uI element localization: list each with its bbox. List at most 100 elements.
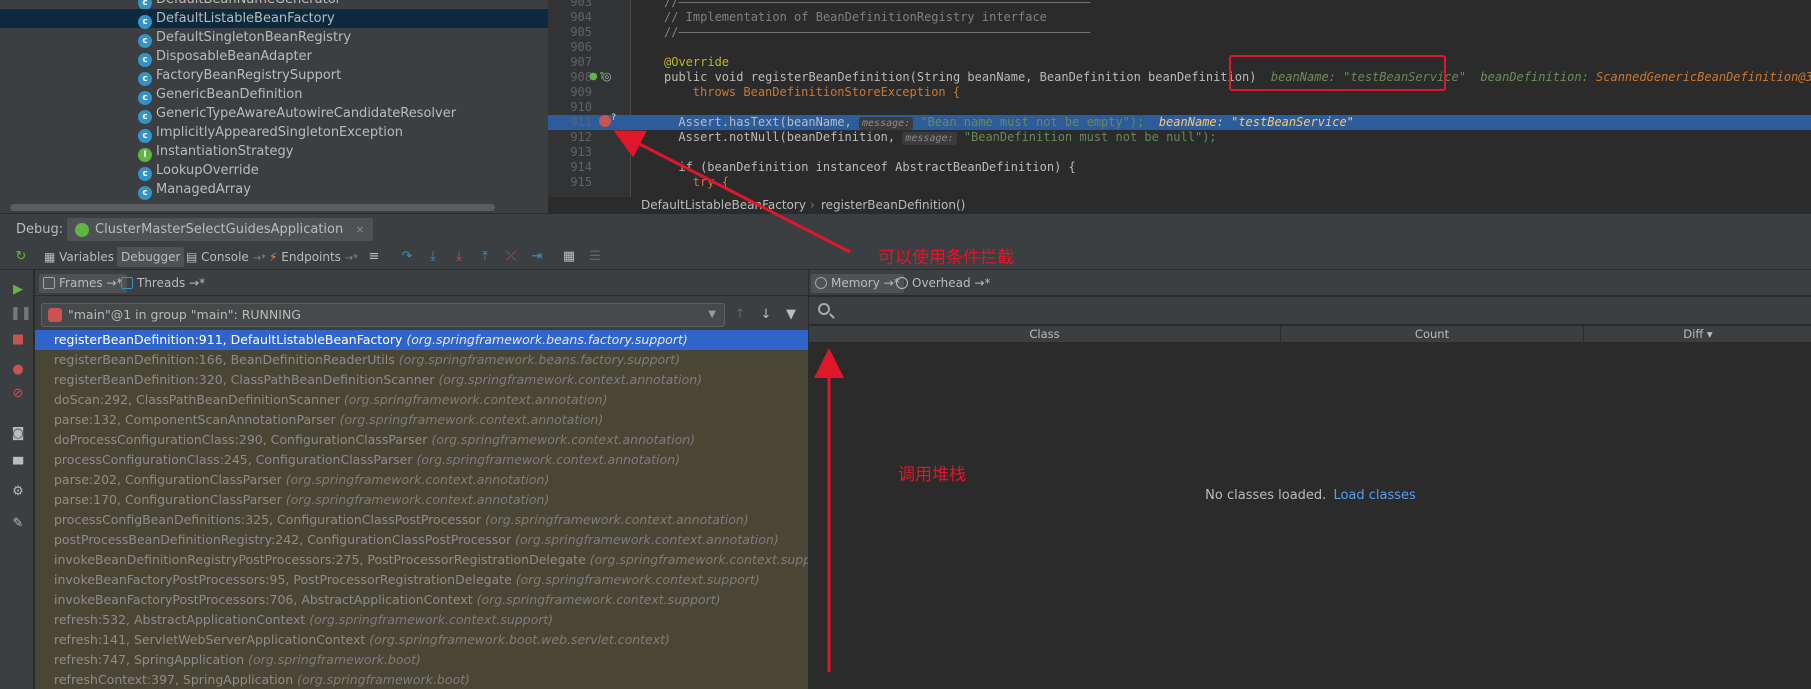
drop-frame-icon[interactable]: ⤫	[502, 248, 520, 266]
view-breakpoints-icon[interactable]: ●	[10, 362, 26, 378]
tree-item[interactable]: cDefaultBeanNameGenerator	[0, 0, 548, 10]
camera-icon[interactable]: ◙	[10, 426, 26, 442]
tree-item[interactable]: c ImplicitlyAppearedSingletonException	[0, 123, 548, 143]
line-number[interactable]: 903	[562, 0, 592, 10]
tab-console[interactable]: ▤ Console →*	[182, 247, 270, 267]
spring-boot-icon	[75, 223, 89, 237]
step-into-icon[interactable]: ⤓	[424, 248, 442, 266]
line-number[interactable]: 906	[562, 40, 592, 55]
memory-empty-state: No classes loaded. Load classes	[809, 488, 1811, 503]
tree-item[interactable]: c LookupOverride	[0, 161, 548, 181]
column-count[interactable]: Count	[1281, 326, 1584, 343]
debug-session-tab[interactable]: ClusterMasterSelectGuidesApplication ×	[67, 218, 373, 241]
breadcrumb-method[interactable]: registerBeanDefinition()	[821, 197, 965, 213]
code-text: //——————————————————————————————————————…	[664, 0, 1090, 10]
tree-item[interactable]: c GenericTypeAwareAutowireCandidateResolv…	[0, 104, 548, 124]
frame-row[interactable]: parse:132, ComponentScanAnnotationParser…	[35, 410, 808, 430]
tree-item[interactable]: I InstantiationStrategy	[0, 142, 548, 162]
frame-row[interactable]: processConfigurationClass:245, Configura…	[35, 450, 808, 470]
pin-icon[interactable]: ✎	[10, 516, 26, 532]
frame-row[interactable]: parse:202, ConfigurationClassParser (org…	[35, 470, 808, 490]
code-editor[interactable]: 903 //———————————————————————————————————…	[548, 0, 1811, 213]
tab-endpoints[interactable]: ⚡ Endpoints →*	[265, 247, 362, 267]
evaluate-expression-icon[interactable]: ▦	[560, 248, 578, 266]
frame-list: registerBeanDefinition:911, DefaultLista…	[35, 330, 808, 689]
tab-debugger[interactable]: Debugger	[117, 247, 185, 267]
frame-method: doProcessConfigurationClass:290, Configu…	[54, 432, 428, 447]
frame-row[interactable]: processConfigBeanDefinitions:325, Config…	[35, 510, 808, 530]
thread-select[interactable]: "main"@1 in group "main": RUNNING ▼	[41, 303, 725, 327]
tree-item[interactable]: c DisposableBeanAdapter	[0, 47, 548, 67]
annotation-gutter-icon[interactable]: ◎	[602, 70, 612, 83]
previous-frame-icon[interactable]: ↑	[731, 306, 749, 324]
tab-endpoints-label: Endpoints	[281, 250, 341, 264]
frame-row[interactable]: registerBeanDefinition:911, DefaultLista…	[35, 330, 808, 350]
line-number[interactable]: 907	[562, 55, 592, 70]
line-number[interactable]: 908	[562, 70, 592, 85]
frame-row[interactable]: doProcessConfigurationClass:290, Configu…	[35, 430, 808, 450]
force-step-into-icon[interactable]: ⤓	[450, 248, 468, 266]
frame-row[interactable]: refreshContext:397, SpringApplication (o…	[35, 670, 808, 689]
frame-row[interactable]: doScan:292, ClassPathBeanDefinitionScann…	[35, 390, 808, 410]
conditional-breakpoint-icon[interactable]	[599, 113, 616, 127]
tab-variables[interactable]: ▦ Variables	[40, 247, 118, 267]
tab-memory[interactable]: Memory →*	[811, 274, 904, 293]
debug-side-toolbar: ▶ ❚❚ ■ ● ⊘ ◙ ▀ ⚙ ✎	[0, 270, 34, 689]
step-over-icon[interactable]: ↷	[398, 248, 416, 266]
frame-row[interactable]: invokeBeanFactoryPostProcessors:706, Abs…	[35, 590, 808, 610]
tab-overhead[interactable]: Overhead →*	[892, 274, 994, 293]
column-diff[interactable]: Diff ▾	[1584, 326, 1811, 343]
tree-item[interactable]: c GenericBeanDefinition	[0, 85, 548, 105]
line-number[interactable]: 914	[562, 160, 592, 175]
frame-row[interactable]: refresh:141, ServletWebServerApplication…	[35, 630, 808, 650]
frame-row[interactable]: registerBeanDefinition:166, BeanDefiniti…	[35, 350, 808, 370]
tab-frames[interactable]: Frames →*	[39, 274, 127, 293]
frame-row[interactable]: refresh:747, SpringApplication (org.spri…	[35, 650, 808, 670]
line-number[interactable]: 912	[562, 130, 592, 145]
column-class[interactable]: Class	[809, 326, 1281, 343]
layout-icon[interactable]: ▀	[10, 458, 26, 474]
stop-icon[interactable]: ■	[10, 332, 26, 348]
tree-horizontal-scrollbar[interactable]	[10, 204, 495, 211]
tree-item[interactable]: c DefaultListableBeanFactory	[0, 9, 548, 29]
frame-method: parse:170, ConfigurationClassParser	[54, 492, 282, 507]
load-classes-link[interactable]: Load classes	[1333, 488, 1415, 503]
pause-icon[interactable]: ❚❚	[10, 306, 32, 322]
line-number[interactable]: 905	[562, 25, 592, 40]
frame-row[interactable]: invokeBeanFactoryPostProcessors:95, Post…	[35, 570, 808, 590]
filter-icon[interactable]: ▼	[782, 306, 800, 324]
settings-gear-icon[interactable]: ⚙	[10, 484, 26, 500]
trace-icon[interactable]: ☰	[586, 248, 604, 266]
line-number[interactable]: 909	[562, 85, 592, 100]
line-number[interactable]: 915	[562, 175, 592, 190]
tree-item[interactable]: c FactoryBeanRegistrySupport	[0, 66, 548, 86]
frame-method: doScan:292, ClassPathBeanDefinitionScann…	[54, 392, 340, 407]
frame-row[interactable]: registerBeanDefinition:320, ClassPathBea…	[35, 370, 808, 390]
frame-row[interactable]: refresh:532, AbstractApplicationContext …	[35, 610, 808, 630]
breadcrumb-class[interactable]: DefaultListableBeanFactory	[641, 197, 806, 213]
memory-scrollbar[interactable]	[1803, 344, 1811, 689]
line-number[interactable]: 913	[562, 145, 592, 160]
show-execution-point-icon[interactable]: ≡	[365, 248, 383, 266]
step-out-icon[interactable]: ⤒	[476, 248, 494, 266]
tree-item-label: LookupOverride	[156, 163, 259, 178]
tree-item-label: DefaultSingletonBeanRegistry	[156, 30, 352, 45]
line-number[interactable]: 904	[562, 10, 592, 25]
frame-row[interactable]: parse:170, ConfigurationClassParser (org…	[35, 490, 808, 510]
line-number[interactable]: 910	[562, 100, 592, 115]
code-line: 915 try {	[548, 175, 1811, 190]
resume-icon[interactable]: ▶	[10, 282, 26, 298]
rerun-icon[interactable]: ↻	[12, 248, 30, 266]
tree-item[interactable]: c ManagedArray	[0, 180, 548, 200]
class-search-input[interactable]	[837, 301, 1797, 321]
tree-item[interactable]: c DefaultSingletonBeanRegistry	[0, 28, 548, 48]
frame-row[interactable]: invokeBeanDefinitionRegistryPostProcesso…	[35, 550, 808, 570]
tab-threads[interactable]: Threads →*	[117, 274, 209, 293]
line-number[interactable]: 911	[562, 115, 592, 130]
run-to-cursor-icon[interactable]: ⇥	[528, 248, 546, 266]
frame-row[interactable]: postProcessBeanDefinitionRegistry:242, C…	[35, 530, 808, 550]
mute-breakpoints-icon[interactable]: ⊘	[10, 386, 26, 402]
close-icon[interactable]: ×	[355, 223, 364, 236]
next-frame-icon[interactable]: ↓	[757, 306, 775, 324]
